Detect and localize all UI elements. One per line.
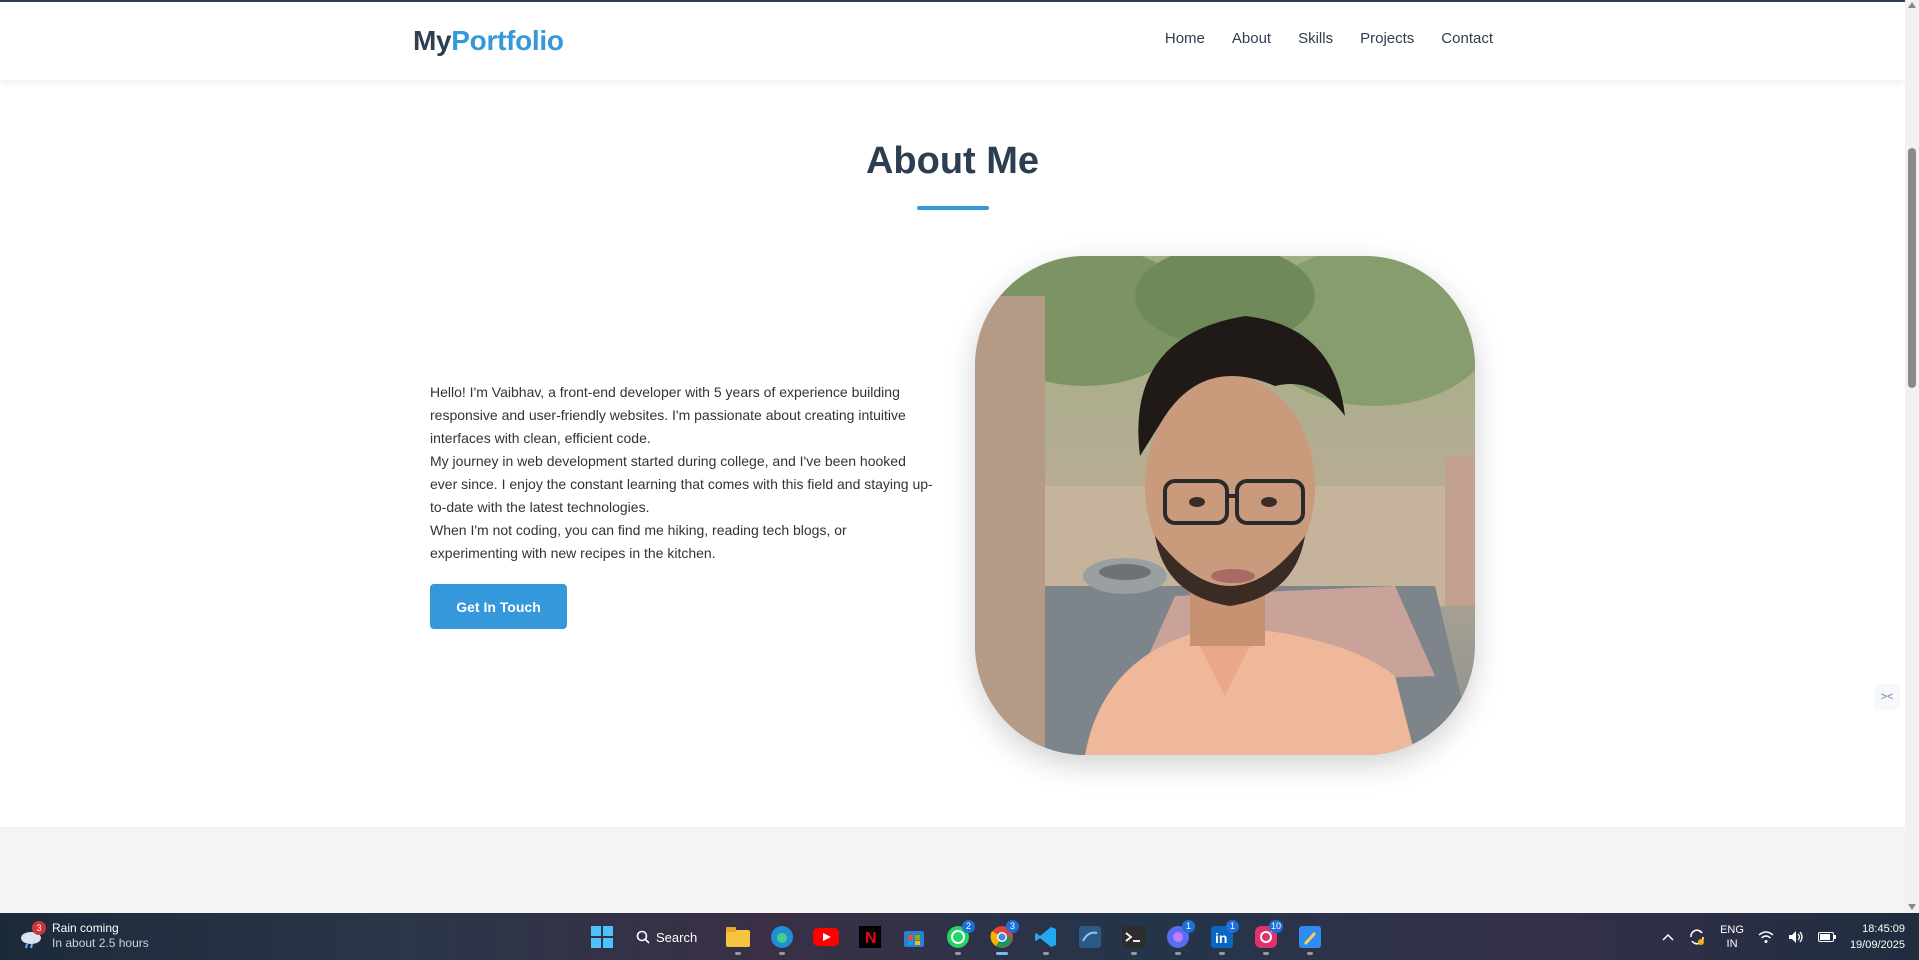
vscode-button[interactable] bbox=[1028, 919, 1064, 955]
netflix-icon: N bbox=[859, 926, 881, 948]
taskbar-search[interactable]: Search bbox=[628, 919, 712, 955]
weather-title: Rain coming bbox=[52, 921, 119, 935]
windows-logo-icon bbox=[591, 926, 613, 948]
weather-subtitle: In about 2.5 hours bbox=[52, 936, 149, 950]
paint-button[interactable] bbox=[1292, 919, 1328, 955]
instagram-button[interactable]: 10 bbox=[1248, 919, 1284, 955]
sync-icon[interactable] bbox=[1688, 928, 1706, 946]
svg-text:in: in bbox=[1215, 930, 1227, 946]
language-region: IN bbox=[1726, 938, 1738, 950]
chrome-button[interactable]: 3 bbox=[984, 919, 1020, 955]
windows-taskbar: 3 Rain coming In about 2.5 hours Search bbox=[0, 913, 1919, 960]
show-hidden-icons-chevron-up-icon[interactable] bbox=[1662, 933, 1674, 941]
wifi-icon[interactable] bbox=[1758, 930, 1774, 944]
next-section bbox=[0, 827, 1905, 913]
svg-text:N: N bbox=[865, 930, 877, 947]
profile-photo-illustration bbox=[975, 256, 1475, 755]
vscode-icon bbox=[1035, 927, 1056, 947]
weather-widget[interactable]: 3 Rain coming In about 2.5 hours bbox=[18, 921, 149, 951]
volume-icon[interactable] bbox=[1788, 930, 1804, 944]
microsoft-store-icon bbox=[904, 931, 924, 947]
folder-icon bbox=[726, 927, 750, 947]
weather-icon: 3 bbox=[18, 921, 46, 949]
logo-my: My bbox=[413, 25, 452, 56]
clock-time: 18:45:09 bbox=[1862, 923, 1905, 935]
search-label: Search bbox=[656, 929, 698, 945]
weather-alert-badge: 3 bbox=[32, 921, 46, 935]
nav-contact[interactable]: Contact bbox=[1441, 30, 1493, 47]
edge-button[interactable] bbox=[764, 919, 800, 955]
navbar: MyPortfolio Home About Skills Projects C… bbox=[0, 2, 1905, 80]
about-text: Hello! I'm Vaibhav, a front-end develope… bbox=[430, 381, 935, 565]
nav-projects[interactable]: Projects bbox=[1360, 30, 1414, 47]
nav-skills[interactable]: Skills bbox=[1298, 30, 1333, 47]
get-in-touch-button[interactable]: Get In Touch bbox=[430, 584, 567, 629]
about-paragraph-3: When I'm not coding, you can find me hik… bbox=[430, 522, 847, 561]
logo-portfolio: Portfolio bbox=[451, 25, 564, 56]
file-explorer-button[interactable] bbox=[720, 919, 756, 955]
scroll-down-arrow-icon[interactable] bbox=[1908, 904, 1916, 910]
scroll-thumb[interactable] bbox=[1908, 148, 1916, 388]
search-icon bbox=[636, 930, 650, 944]
netflix-button[interactable]: N bbox=[852, 919, 888, 955]
scroll-up-arrow-icon[interactable] bbox=[1908, 2, 1916, 8]
taskbar-apps: Search N 2 3 1 in 1 10 bbox=[584, 919, 1328, 955]
whatsapp-badge: 2 bbox=[962, 920, 975, 933]
nav-links: Home About Skills Projects Contact bbox=[1165, 30, 1493, 47]
clock-date: 19/09/2025 bbox=[1849, 939, 1905, 951]
linkedin-badge: 1 bbox=[1226, 920, 1239, 933]
chrome-badge: 3 bbox=[1006, 920, 1019, 933]
nav-about[interactable]: About bbox=[1232, 30, 1271, 47]
clock[interactable]: 18:45:09 19/09/2025 bbox=[1850, 921, 1905, 953]
language-indicator[interactable]: ENG IN bbox=[1720, 923, 1744, 951]
about-title: About Me bbox=[865, 140, 1040, 182]
terminal-button[interactable] bbox=[1116, 919, 1152, 955]
profile-photo bbox=[975, 256, 1475, 755]
nav-home[interactable]: Home bbox=[1165, 30, 1205, 47]
about-paragraph-2: My journey in web development started du… bbox=[430, 453, 933, 515]
copilot-badge: 1 bbox=[1182, 920, 1195, 933]
extension-widget-icon[interactable]: >< bbox=[1874, 684, 1900, 710]
scrollbar[interactable] bbox=[1905, 0, 1919, 913]
linkedin-button[interactable]: in 1 bbox=[1204, 919, 1240, 955]
youtube-icon bbox=[813, 928, 839, 946]
database-workbench-icon bbox=[1079, 926, 1101, 948]
store-button[interactable] bbox=[896, 919, 932, 955]
paint-icon bbox=[1299, 926, 1321, 948]
terminal-icon bbox=[1122, 926, 1146, 948]
youtube-button[interactable] bbox=[808, 919, 844, 955]
system-tray: ENG IN 18:45:09 19/09/2025 bbox=[1662, 921, 1905, 953]
copilot-button[interactable]: 1 bbox=[1160, 919, 1196, 955]
title-underline bbox=[917, 206, 989, 210]
weather-text: Rain coming In about 2.5 hours bbox=[52, 921, 149, 951]
browser-page: MyPortfolio Home About Skills Projects C… bbox=[0, 0, 1905, 913]
battery-icon[interactable] bbox=[1817, 932, 1836, 942]
mysql-workbench-button[interactable] bbox=[1072, 919, 1108, 955]
instagram-badge: 10 bbox=[1268, 920, 1283, 933]
whatsapp-button[interactable]: 2 bbox=[940, 919, 976, 955]
language-code: ENG bbox=[1720, 924, 1744, 936]
site-logo[interactable]: MyPortfolio bbox=[413, 25, 564, 57]
edge-browser-icon bbox=[771, 926, 793, 948]
about-paragraph-1: Hello! I'm Vaibhav, a front-end develope… bbox=[430, 384, 906, 446]
start-button[interactable] bbox=[584, 919, 620, 955]
